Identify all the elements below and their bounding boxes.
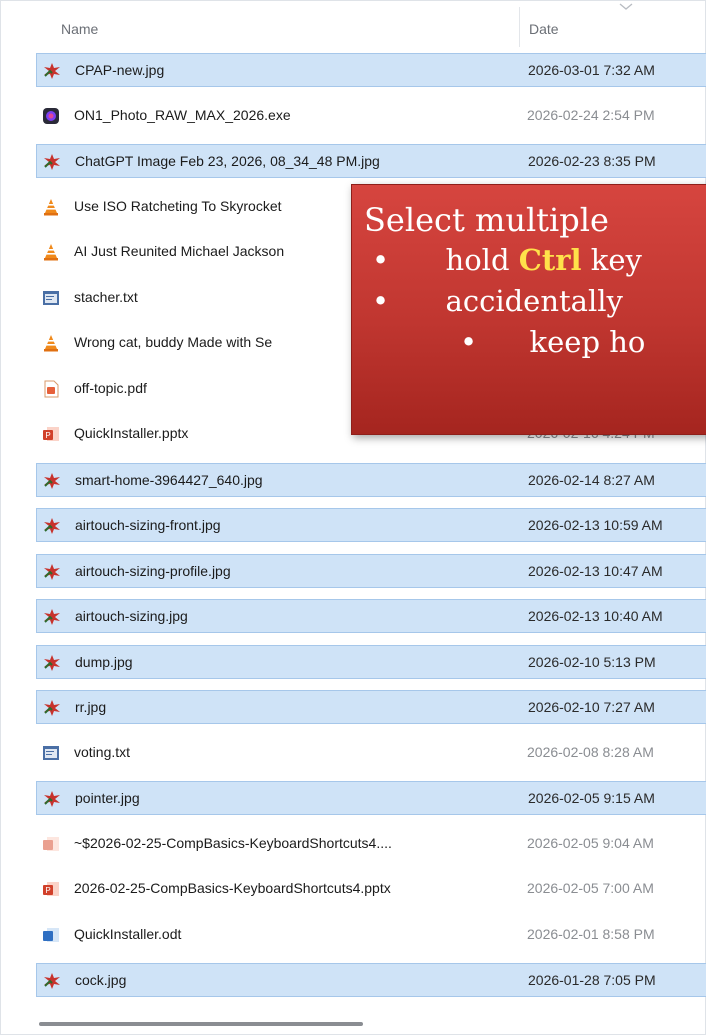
file-row[interactable]: rr.jpg 2026-02-10 7:27 AM	[36, 690, 706, 724]
file-row[interactable]: P 2026-02-25-CompBasics-KeyboardShortcuts…	[36, 872, 706, 906]
file-name: QuickInstaller.odt	[74, 925, 182, 942]
jpg-image-icon	[43, 654, 61, 672]
file-name: ChatGPT Image Feb 23, 2026, 08_34_48 PM.…	[75, 153, 380, 169]
file-row[interactable]: CPAP-new.jpg 2026-03-01 7:32 AM	[36, 53, 706, 87]
file-row[interactable]: airtouch-sizing.jpg 2026-02-13 10:40 AM	[36, 599, 706, 633]
file-row[interactable]: pointer.jpg 2026-02-05 9:15 AM	[36, 781, 706, 815]
sort-chevron-icon	[619, 3, 633, 10]
file-name: airtouch-sizing-profile.jpg	[75, 562, 231, 579]
file-row[interactable]: cock.jpg 2026-01-28 7:05 PM	[36, 963, 706, 997]
file-name: pointer.jpg	[75, 790, 140, 806]
file-name: airtouch-sizing.jpg	[75, 608, 188, 624]
vlc-media-icon	[42, 243, 60, 261]
file-name: cock.jpg	[75, 972, 127, 988]
callout-bullet-2: • accidentally	[372, 284, 623, 318]
date-column-header[interactable]: Date	[529, 21, 559, 37]
jpg-image-icon	[43, 972, 61, 990]
file-name: ON1_Photo_RAW_MAX_2026.exe	[74, 106, 291, 123]
file-row[interactable]: ~$2026-02-25-CompBasics-KeyboardShortcut…	[36, 827, 706, 861]
file-date: 2026-02-05 7:00 AM	[527, 880, 654, 896]
column-divider[interactable]	[519, 7, 520, 47]
file-row[interactable]: QuickInstaller.odt 2026-02-01 8:58 PM	[36, 918, 706, 952]
file-row[interactable]: voting.txt 2026-02-08 8:28 AM	[36, 736, 706, 770]
file-date: 2026-02-05 9:15 AM	[528, 790, 655, 806]
callout-bullet-1: • hold Ctrl key	[372, 243, 642, 277]
file-name: ~$2026-02-25-CompBasics-KeyboardShortcut…	[74, 834, 392, 851]
jpg-image-icon	[43, 62, 61, 80]
odt-file-icon	[42, 926, 60, 944]
file-explorer-window: Name Date CPAP-new.jpg 2026-03-01 7:32 AM…	[0, 0, 706, 1035]
text-file-icon	[42, 744, 60, 762]
vlc-media-icon	[42, 198, 60, 216]
ctrl-key-highlight: Ctrl	[518, 243, 582, 277]
svg-text:P: P	[45, 886, 50, 895]
jpg-image-icon	[43, 699, 61, 717]
horizontal-scrollbar-thumb[interactable]	[39, 1022, 363, 1026]
file-name: smart-home-3964427_640.jpg	[75, 471, 263, 488]
file-name: voting.txt	[74, 743, 131, 760]
jpg-image-icon	[43, 517, 61, 535]
svg-text:P: P	[45, 431, 50, 440]
file-name: rr.jpg	[75, 699, 107, 715]
file-date: 2026-03-01 7:32 AM	[528, 62, 655, 78]
file-row[interactable]: airtouch-sizing-front.jpg 2026-02-13 10:5…	[36, 508, 706, 542]
file-date: 2026-02-10 5:13 PM	[528, 653, 656, 670]
pptx-temp-file-icon	[42, 835, 60, 853]
jpg-image-icon	[43, 608, 61, 626]
file-name: 2026-02-25-CompBasics-KeyboardShortcuts4…	[74, 880, 391, 896]
column-header-bar: Name Date	[1, 1, 706, 47]
callout-line1-text: hold	[445, 243, 519, 277]
text-file-icon	[42, 289, 60, 307]
pptx-file-icon: P	[42, 880, 60, 898]
tip-callout: Select multiple • hold Ctrl key • accide…	[351, 184, 706, 435]
file-row[interactable]: ChatGPT Image Feb 23, 2026, 08_34_48 PM.…	[36, 144, 706, 178]
pdf-file-icon	[42, 380, 60, 398]
callout-line3-text: keep ho	[529, 325, 646, 359]
file-row[interactable]: airtouch-sizing-profile.jpg 2026-02-13 10…	[36, 553, 706, 588]
exe-app-icon	[42, 107, 60, 125]
bullet-dot: •	[372, 284, 390, 318]
pptx-file-icon: P	[42, 425, 60, 443]
callout-line2-text: accidentally	[445, 284, 623, 318]
file-name: CPAP-new.jpg	[75, 62, 165, 78]
callout-subbullet-1: • keep ho	[460, 325, 645, 359]
jpg-image-icon	[43, 790, 61, 808]
file-date: 2026-02-13 10:40 AM	[528, 608, 663, 624]
file-date: 2026-02-01 8:58 PM	[527, 925, 655, 942]
jpg-image-icon	[43, 563, 61, 581]
name-column-header[interactable]: Name	[61, 21, 98, 37]
callout-line1-suffix: key	[581, 243, 642, 277]
file-date: 2026-02-13 10:47 AM	[528, 562, 663, 579]
jpg-image-icon	[43, 472, 61, 490]
file-date: 2026-02-24 2:54 PM	[527, 106, 655, 123]
jpg-image-icon	[43, 153, 61, 171]
file-name: dump.jpg	[75, 653, 133, 670]
file-date: 2026-02-23 8:35 PM	[528, 153, 656, 169]
bullet-dot: •	[372, 243, 390, 277]
file-row[interactable]: dump.jpg 2026-02-10 5:13 PM	[36, 644, 706, 679]
bullet-dot: •	[460, 325, 478, 359]
file-name: airtouch-sizing-front.jpg	[75, 517, 221, 533]
file-date: 2026-01-28 7:05 PM	[528, 972, 656, 988]
vlc-media-icon	[42, 334, 60, 352]
file-date: 2026-02-05 9:04 AM	[527, 834, 654, 851]
file-date: 2026-02-14 8:27 AM	[528, 471, 655, 488]
callout-title: Select multiple	[364, 201, 609, 239]
file-row[interactable]: smart-home-3964427_640.jpg 2026-02-14 8:2…	[36, 462, 706, 497]
file-row[interactable]: ON1_Photo_RAW_MAX_2026.exe 2026-02-24 2:5…	[36, 99, 706, 133]
file-date: 2026-02-08 8:28 AM	[527, 743, 654, 760]
file-date: 2026-02-10 7:27 AM	[528, 699, 655, 715]
file-date: 2026-02-13 10:59 AM	[528, 517, 663, 533]
